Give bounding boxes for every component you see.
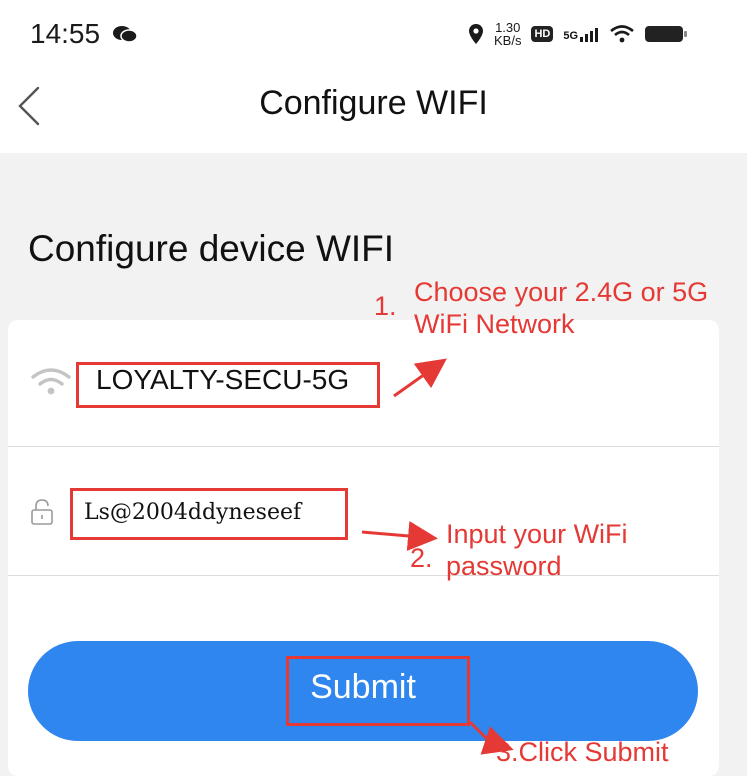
step2-annotation: Input your WiFi password	[446, 518, 628, 582]
page-title: Configure WIFI	[259, 84, 488, 122]
divider	[8, 446, 719, 447]
step2-line1: Input your WiFi	[446, 519, 628, 549]
network-highlight-box	[76, 362, 380, 408]
step3-annotation: 3.Click Submit	[496, 737, 669, 767]
section-heading: Configure device WIFI	[28, 228, 395, 269]
step1-number: 1.	[374, 291, 397, 321]
password-highlight-box	[70, 488, 348, 540]
network-speed: 1.30 KB/s	[494, 21, 521, 47]
status-icons: 1.30 KB/s HD 5G	[468, 18, 688, 50]
network-badge: 5G	[563, 30, 579, 42]
step2-number: 2.	[410, 543, 433, 573]
lock-icon	[31, 499, 53, 525]
hd-badge: HD	[531, 26, 554, 42]
step2-line2: password	[446, 551, 562, 581]
status-time: 14:55	[30, 18, 101, 49]
location-icon	[469, 24, 483, 44]
step1-line2: WiFi Network	[414, 309, 575, 339]
battery-icon	[645, 26, 688, 42]
signal-indicator: 5G	[563, 26, 599, 42]
chat-icon	[113, 26, 138, 43]
step1-line1: Choose your 2.4G or 5G	[414, 277, 709, 307]
wifi-status-icon	[610, 25, 634, 43]
submit-highlight-box	[286, 656, 470, 726]
step1-annotation: Choose your 2.4G or 5G WiFi Network	[414, 276, 708, 340]
wifi-icon	[31, 368, 71, 395]
speed-unit: KB/s	[494, 33, 522, 48]
signal-icon	[580, 28, 599, 42]
